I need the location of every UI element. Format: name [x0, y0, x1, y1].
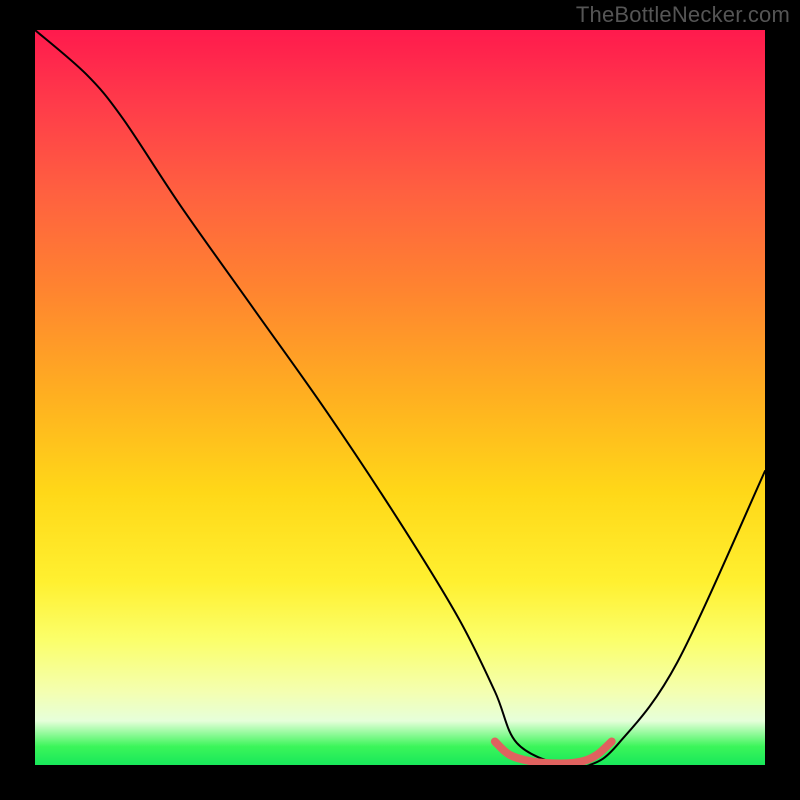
chart-frame: TheBottleNecker.com: [0, 0, 800, 800]
chart-svg: [35, 30, 765, 765]
watermark-text: TheBottleNecker.com: [576, 2, 790, 28]
sweet-spot-path: [495, 741, 612, 763]
plot-area: [35, 30, 765, 765]
bottleneck-curve-path: [35, 30, 765, 765]
